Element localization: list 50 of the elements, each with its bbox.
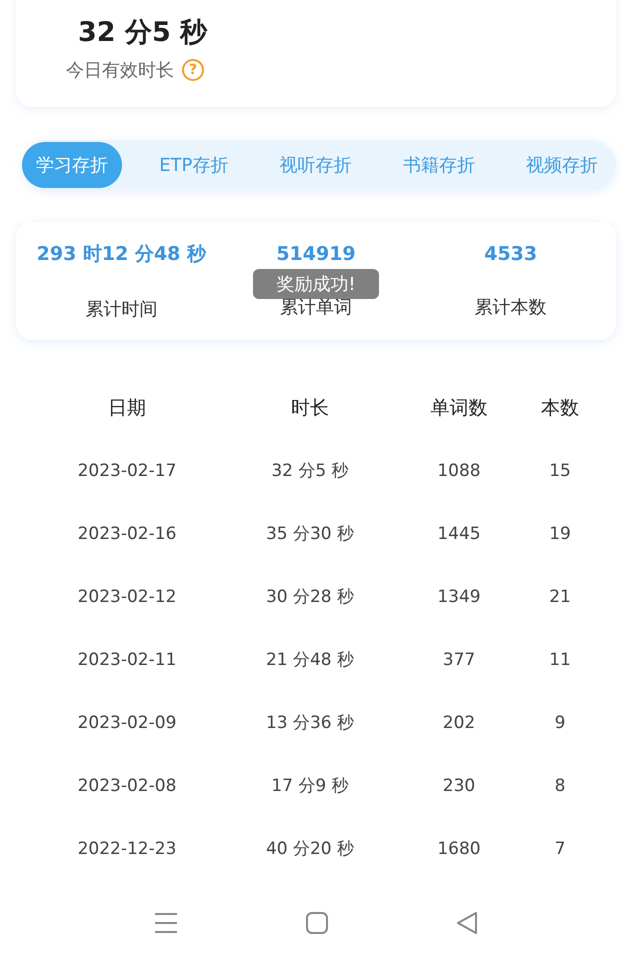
- table-cell: 1349: [437, 586, 481, 606]
- table-cell: 9: [554, 712, 566, 732]
- table-cell: 1088: [437, 460, 481, 480]
- table-cell: 2023-02-08: [78, 776, 176, 796]
- column-header: 单词数: [430, 396, 488, 420]
- tab[interactable]: 学习存折: [22, 142, 122, 188]
- table-cell: 11: [549, 650, 571, 670]
- tab[interactable]: 视频存折: [512, 142, 612, 188]
- today-label: 今日有效时长: [66, 59, 174, 82]
- column-header: 本数: [541, 396, 579, 420]
- table-cell: 2023-02-11: [78, 650, 176, 670]
- today-duration: 32 分5 秒: [78, 16, 208, 50]
- table-cell-text: 13 分36 秒: [266, 712, 354, 734]
- home-icon[interactable]: [306, 912, 328, 934]
- stat-label: 累计时间: [85, 298, 158, 321]
- tab[interactable]: 视听存折: [266, 142, 366, 188]
- table-cell: 7: [554, 838, 566, 858]
- table-cell-text: 21 分48 秒: [266, 649, 354, 671]
- column-header: 日期: [108, 396, 146, 420]
- table-cell: 202: [442, 712, 476, 732]
- stat-label: 累计单词: [280, 296, 352, 319]
- table-cell-text: 17 分9 秒: [271, 775, 349, 797]
- help-icon[interactable]: ?: [182, 59, 204, 81]
- back-icon[interactable]: [456, 912, 478, 934]
- stat-value: 514919: [276, 243, 356, 265]
- table-cell: 2023-02-16: [78, 524, 176, 544]
- table-cell: 377: [442, 650, 476, 670]
- table-cell-text: 30 分28 秒: [266, 586, 354, 608]
- toast-message: 奖励成功!: [253, 269, 379, 299]
- stat-label: 累计本数: [474, 296, 547, 319]
- tab[interactable]: ETP存折: [145, 142, 242, 188]
- table-cell-text: 40 分20 秒: [266, 838, 354, 860]
- table-cell: 1445: [437, 524, 481, 544]
- table-cell: 2023-02-12: [78, 586, 176, 606]
- table-cell-text: 35 分30 秒: [266, 523, 354, 545]
- table-cell: 15: [549, 460, 571, 480]
- table-cell: 2022-12-23: [78, 838, 176, 858]
- stat-value: 293 时12 分48 秒: [36, 242, 206, 267]
- table-cell-text: 32 分5 秒: [271, 460, 349, 482]
- table-cell: 2023-02-17: [78, 460, 176, 480]
- table-cell: 8: [554, 776, 566, 796]
- menu-icon[interactable]: [154, 912, 178, 934]
- table-cell: 1680: [437, 838, 481, 858]
- table-cell: 21: [549, 586, 571, 606]
- table-cell: 230: [442, 776, 476, 796]
- column-header: 时长: [291, 396, 329, 420]
- tab[interactable]: 书籍存折: [388, 142, 489, 188]
- table-cell: 2023-02-09: [78, 712, 176, 732]
- table-cell: 19: [549, 524, 571, 544]
- stat-value: 4533: [484, 243, 538, 265]
